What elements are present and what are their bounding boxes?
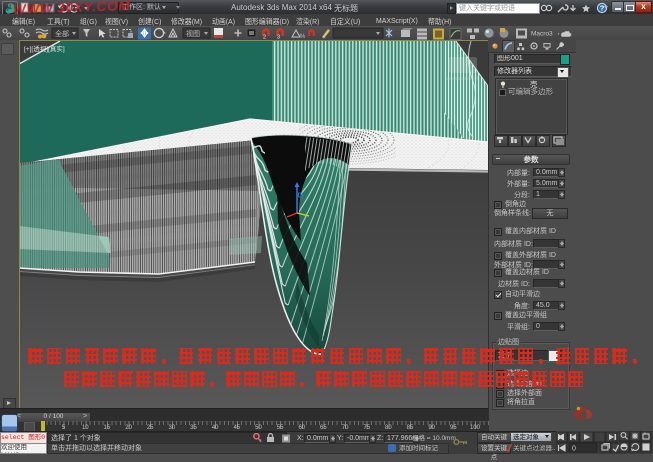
svg-text:2: 2 [263, 35, 266, 40]
svg-text:全部: 全部 [55, 29, 69, 38]
svg-text:Macro3: Macro3 [531, 31, 553, 38]
svg-text:0: 0 [572, 446, 576, 453]
svg-text:%: % [300, 34, 306, 40]
svg-text:视图: 视图 [186, 29, 200, 38]
svg-text:3: 3 [277, 35, 280, 40]
